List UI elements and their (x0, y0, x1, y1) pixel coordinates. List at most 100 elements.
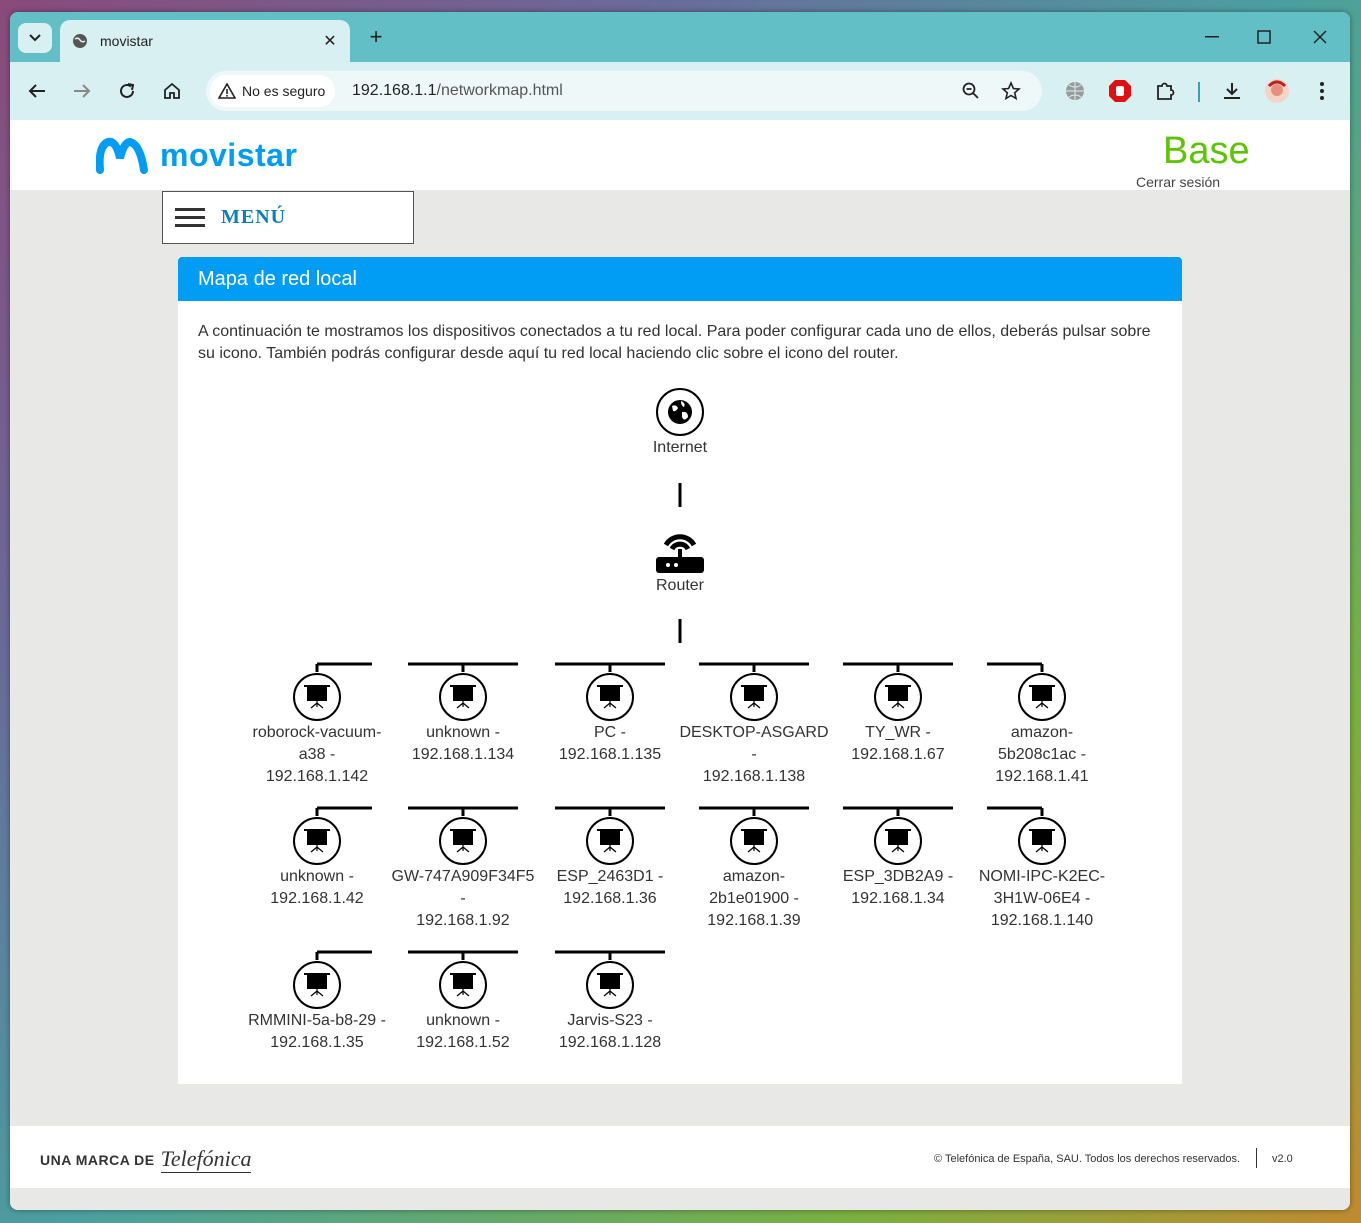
minimize-button[interactable] (1188, 22, 1236, 52)
close-tab-icon[interactable]: ✕ (320, 31, 340, 51)
device-icon (730, 817, 778, 865)
device-node[interactable]: amazon- 2b1e01900 - 192.168.1.39 (679, 816, 829, 932)
device-label-line: - (751, 746, 757, 763)
device-node[interactable]: unknown - 192.168.1.42 (242, 816, 392, 910)
device-label-line: 192.168.1.128 (558, 1034, 662, 1051)
device-label: roborock-vacuum-a38 - 192.168.1.142 (242, 722, 392, 788)
security-chip[interactable]: No es seguro (210, 75, 336, 107)
device-label: unknown - 192.168.1.52 (388, 1010, 538, 1054)
device-label-line: GW-747A909F34F5 (391, 868, 535, 885)
extensions-button[interactable] (1150, 76, 1180, 106)
downloads-button[interactable] (1217, 76, 1247, 106)
device-label-line: unknown - (426, 1012, 500, 1029)
globe-extension-icon (1066, 82, 1084, 100)
device-node[interactable]: roborock-vacuum-a38 - 192.168.1.142 (242, 672, 392, 788)
menu-button[interactable]: MENÚ (162, 191, 414, 244)
plan-name: Base (1163, 130, 1250, 172)
zoom-button[interactable] (960, 80, 982, 102)
device-label-line: a38 - (298, 746, 336, 763)
chevron-down-icon (29, 34, 41, 42)
device-label-line: NOMI-IPC-K2EC- (978, 868, 1106, 885)
home-button[interactable] (157, 76, 187, 106)
browser-tab[interactable]: movistar ✕ (60, 20, 350, 62)
avatar-icon (1265, 79, 1289, 103)
brand-name: movistar (160, 136, 298, 173)
device-icon (293, 673, 341, 721)
address-bar[interactable]: No es seguro 192.168.1.1/networkmap.html (206, 71, 1042, 111)
device-label-line: 192.168.1.52 (416, 1034, 510, 1051)
reload-button[interactable] (112, 76, 142, 106)
tab-search-button[interactable] (18, 23, 52, 53)
device-label: DESKTOP-ASGARD - 192.168.1.138 (679, 722, 829, 788)
device-label-line: 5b208c1ac - (997, 746, 1087, 763)
maximize-button[interactable] (1240, 22, 1288, 52)
device-label: ESP_3DB2A9 - 192.168.1.34 (823, 866, 973, 910)
adblock-extension[interactable] (1105, 76, 1135, 106)
device-node[interactable]: RMMINI-5a-b8-29 - 192.168.1.35 (242, 960, 392, 1054)
device-label-line: TY_WR - (865, 724, 931, 741)
arrow-right-icon (74, 84, 91, 98)
translate-extension[interactable] (1060, 76, 1090, 106)
new-tab-button[interactable]: + (362, 24, 390, 52)
forward-button[interactable] (67, 76, 97, 106)
device-node[interactable]: ESP_3DB2A9 - 192.168.1.34 (823, 816, 973, 910)
device-label-line: 3H1W-06E4 - (993, 890, 1091, 907)
brand-prefix: UNA MARCA DE (40, 1151, 155, 1168)
device-label-line: 192.168.1.140 (990, 912, 1094, 929)
device-label: unknown - 192.168.1.134 (388, 722, 538, 766)
device-label-line: unknown - (426, 724, 500, 741)
movistar-logo[interactable]: movistar (96, 136, 297, 174)
device-node[interactable]: unknown - 192.168.1.134 (388, 672, 538, 766)
tab-strip: movistar ✕ + (10, 12, 1350, 62)
browser-window: movistar ✕ + No es seguro 192.168.1.1/ne… (10, 12, 1350, 1210)
device-label: NOMI-IPC-K2EC- 3H1W-06E4 - 192.168.1.140 (967, 866, 1117, 932)
menu-label: MENÚ (221, 206, 287, 228)
device-label-line: Jarvis-S23 - (567, 1012, 653, 1029)
profile-avatar[interactable] (1262, 76, 1292, 106)
bookmark-button[interactable] (1000, 80, 1022, 102)
device-node[interactable]: Jarvis-S23 - 192.168.1.128 (535, 960, 685, 1054)
device-node[interactable]: unknown - 192.168.1.52 (388, 960, 538, 1054)
device-node[interactable]: ESP_2463D1 - 192.168.1.36 (535, 816, 685, 910)
device-node[interactable]: amazon- 5b208c1ac - 192.168.1.41 (967, 672, 1117, 788)
logout-link[interactable]: Cerrar sesión (1136, 174, 1220, 190)
device-label-line: PC - (594, 724, 626, 741)
device-node[interactable]: PC - 192.168.1.135 (535, 672, 685, 766)
device-label: unknown - 192.168.1.42 (242, 866, 392, 910)
url-path: /networkmap.html (436, 82, 563, 99)
tab-title: movistar (100, 33, 153, 49)
back-button[interactable] (22, 76, 52, 106)
stop-hand-icon (1109, 80, 1131, 102)
device-label: PC - 192.168.1.135 (535, 722, 685, 766)
internet-label: Internet (652, 439, 708, 456)
router-node[interactable]: Router (630, 527, 730, 597)
device-icon (874, 817, 922, 865)
device-label-line: - (460, 890, 466, 907)
browser-toolbar: No es seguro 192.168.1.1/networkmap.html (10, 62, 1350, 120)
network-map: Internet Router roborock-vacuum-a38 - 192… (178, 387, 1182, 1084)
device-icon (586, 961, 634, 1009)
more-vertical-icon (1320, 82, 1324, 100)
zoom-icon (962, 82, 979, 99)
movistar-m-icon (96, 137, 148, 174)
device-icon (874, 673, 922, 721)
device-label-line: 192.168.1.42 (270, 890, 364, 907)
device-label-line: 192.168.1.92 (416, 912, 510, 929)
device-node[interactable]: TY_WR - 192.168.1.67 (823, 672, 973, 766)
device-node[interactable]: GW-747A909F34F5 - 192.168.1.92 (388, 816, 538, 932)
version-text: v2.0 (1272, 1153, 1293, 1165)
panel-title: Mapa de red local (178, 257, 1182, 301)
device-label: ESP_2463D1 - 192.168.1.36 (535, 866, 685, 910)
copyright-text: © Telefónica de España, SAU. Todos los d… (934, 1153, 1241, 1165)
device-node[interactable]: DESKTOP-ASGARD - 192.168.1.138 (679, 672, 829, 788)
device-label-line: amazon- (1010, 724, 1074, 741)
telefonica-logo: Telefónica (160, 1146, 252, 1173)
close-window-button[interactable] (1296, 22, 1344, 52)
device-label-line: 192.168.1.36 (563, 890, 657, 907)
internet-node[interactable]: Internet (630, 387, 730, 459)
url-host: 192.168.1.1 (352, 82, 437, 99)
security-label: No es seguro (242, 83, 326, 99)
hamburger-icon (175, 203, 205, 232)
browser-menu-button[interactable] (1307, 76, 1337, 106)
device-node[interactable]: NOMI-IPC-K2EC- 3H1W-06E4 - 192.168.1.140 (967, 816, 1117, 932)
